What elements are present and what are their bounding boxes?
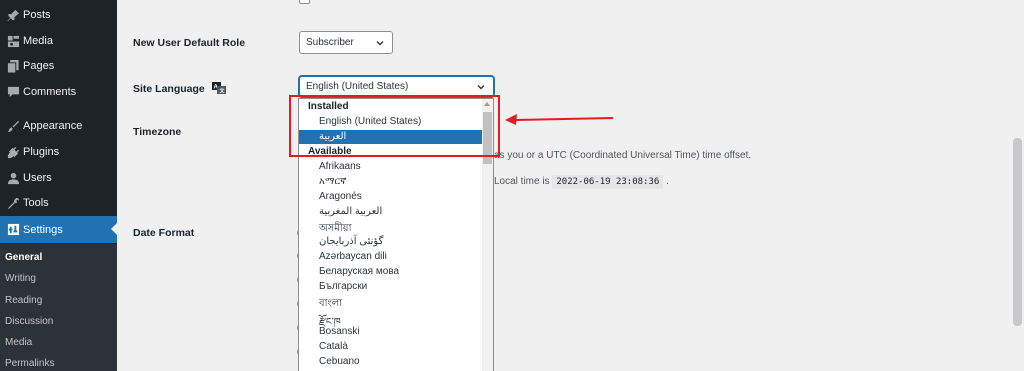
sidebar-item-comments[interactable]: Comments [0,79,117,105]
settings-icon [3,222,23,238]
dropdown-option[interactable]: Cebuano [319,356,360,367]
annotation-arrow-icon [505,114,614,125]
site-language-select[interactable]: English (United States) [299,76,494,97]
submenu-item-reading[interactable]: Reading [5,295,42,306]
user-icon [3,170,23,186]
dropdown-option[interactable]: Bosanski [319,326,360,337]
brush-icon [3,118,23,134]
dropdown-option[interactable]: Беларуская мова [319,266,399,277]
page-scrollbar[interactable] [1010,0,1024,371]
sidebar-item-label: Users [23,172,52,184]
sidebar-item-settings[interactable]: Settings [0,216,117,243]
plug-icon [3,144,23,160]
settings-submenu: General Writing Reading Discussion Media… [0,244,117,371]
sidebar-item-label: Settings [23,223,63,236]
local-time-row: Local time is 2022-06-19 23:08:36 . [494,175,669,189]
date-format-label: Date Format [133,227,195,239]
dropdown-option[interactable]: العربية المغربية [319,206,382,217]
dropdown-option[interactable]: Azərbaycan dili [319,251,387,262]
sidebar-item-appearance[interactable]: Appearance [0,113,117,139]
pin-icon [3,7,23,23]
admin-sidebar: Posts Media Pages Comments Appearance Pl… [0,0,117,371]
sidebar-item-label: Appearance [23,120,83,132]
annotation-highlight-box [289,95,500,157]
site-language-value: English (United States) [306,81,409,92]
site-language-label: Site Language [133,83,205,95]
pages-icon [3,58,23,74]
dropdown-option[interactable]: Български [319,281,367,292]
timezone-label: Timezone [133,126,182,138]
sidebar-item-label: Pages [23,60,55,72]
sidebar-item-media[interactable]: Media [0,28,117,54]
default-role-select[interactable]: Subscriber [299,31,393,54]
sidebar-item-pages[interactable]: Pages [0,53,117,79]
submenu-item-discussion[interactable]: Discussion [5,316,53,327]
chevron-down-icon [376,40,384,45]
dropdown-option[interactable]: Català [319,341,348,352]
comments-icon [3,84,23,100]
sidebar-item-label: Tools [23,197,49,209]
local-time-prefix: Local time is [494,176,550,187]
wrench-icon [3,195,23,211]
sidebar-item-tools[interactable]: Tools [0,190,117,216]
default-role-value: Subscriber [306,37,354,48]
submenu-item-writing[interactable]: Writing [5,273,36,284]
submenu-item-media[interactable]: Media [5,337,32,348]
default-role-label: New User Default Role [133,37,246,49]
sidebar-item-users[interactable]: Users [0,165,117,191]
submenu-item-permalinks[interactable]: Permalinks [5,358,54,369]
dropdown-option[interactable]: አማርኛ [319,176,346,187]
sidebar-item-label: Comments [23,86,77,98]
sidebar-item-posts[interactable]: Posts [0,2,117,28]
sidebar-item-label: Media [23,35,53,47]
submenu-item-general[interactable]: General [5,252,42,263]
translation-icon: A文 [211,82,226,94]
local-time-suffix: . [666,176,669,187]
sidebar-item-label: Posts [23,9,51,21]
local-time-value: 2022-06-19 23:08:36 [552,175,664,189]
media-icon [3,33,23,49]
chevron-down-icon [477,84,485,89]
timezone-description: as you or a UTC (Coordinated Universal T… [494,150,752,161]
sidebar-item-label: Plugins [23,146,60,158]
dropdown-option[interactable]: Afrikaans [319,161,361,172]
dropdown-option[interactable]: گؤنئی آذربایجان [319,236,383,247]
site-language-label-row: Site Language A文 [133,82,226,95]
membership-checkbox[interactable] [299,0,310,4]
dropdown-option[interactable]: Aragonés [319,191,362,202]
page-scrollbar-thumb[interactable] [1013,138,1022,326]
sidebar-item-plugins[interactable]: Plugins [0,139,117,165]
